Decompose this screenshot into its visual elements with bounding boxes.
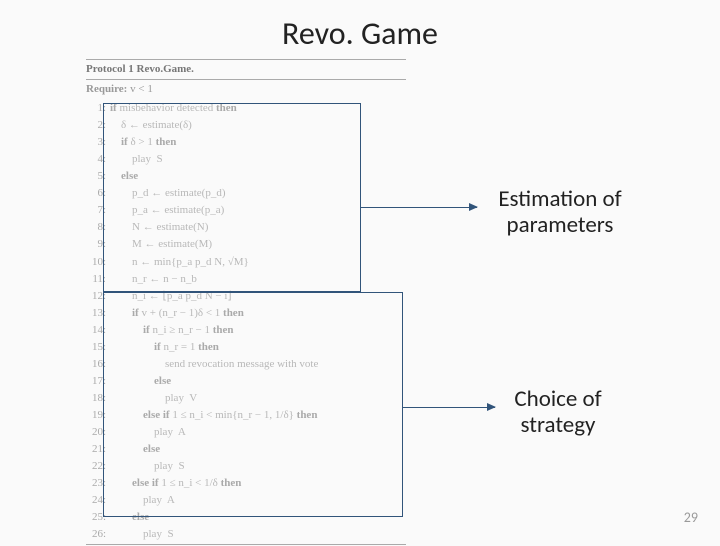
protocol-header: Protocol 1 Revo.Game.: [86, 61, 406, 78]
highlight-box-estimation: [103, 103, 361, 292]
rule-top: [86, 59, 406, 60]
callout-choice: Choice of strategy: [498, 386, 618, 439]
callout-estimation: Estimation of parameters: [480, 186, 640, 239]
highlight-box-choice: [103, 292, 403, 517]
arrow-estimation: [361, 207, 477, 208]
code-line: 26: play S: [86, 526, 406, 543]
arrow-choice: [403, 407, 495, 408]
page-number: 29: [684, 509, 698, 526]
rule-mid: [86, 79, 406, 80]
rule-bottom: [86, 544, 406, 545]
require-line: Require: v < 1: [86, 81, 406, 98]
slide-title: Revo. Game: [0, 0, 720, 59]
